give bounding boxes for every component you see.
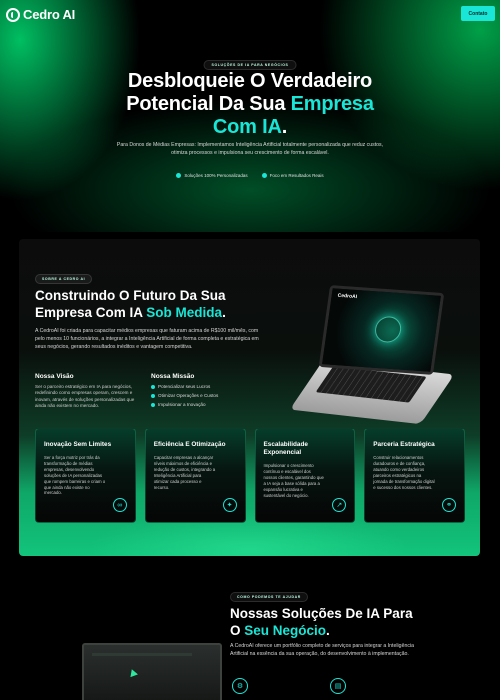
card-title: Eficiência E Otimização [153, 441, 226, 448]
cedro-logo-icon [6, 7, 20, 22]
vision-title: Nossa Visão [35, 373, 74, 380]
value-card: Escalabilidade Exponencial Impulsionar o… [254, 428, 356, 523]
laptop-image: CedroAI [284, 279, 474, 429]
hero-title-accent-2: Com IA [212, 116, 282, 138]
feature-label: Soluções 100% Personalizadas [184, 173, 248, 178]
monitor-image [82, 643, 222, 700]
hero-description: Para Donos de Médias Empresas: Implement… [116, 142, 384, 156]
card-text: Ser a força motriz por trás da transform… [44, 455, 106, 496]
hero-title-period: . [281, 116, 288, 138]
solutions-title: Nossas Soluções De IA Para O Seu Negócio… [230, 605, 460, 639]
handshake-icon: ⚭ [442, 498, 456, 512]
logo[interactable]: Cedro AI [6, 7, 75, 22]
about-section: SOBRE A CEDRO AI Construindo O Futuro Da… [19, 239, 480, 556]
mission-title: Nossa Missão [151, 373, 195, 380]
mission-item: Impulsionar a Inovação [151, 402, 251, 407]
about-title-line2: Empresa Com IA [35, 305, 147, 320]
feature-item: Foco em Resultados Reais [261, 173, 324, 178]
value-card: Eficiência E Otimização Capacitar empres… [144, 428, 246, 523]
solutions-description: A CedroAI oferece um portfólio completo … [230, 643, 414, 657]
sparkle-icon: ✦ [222, 498, 237, 512]
mission-item: Otimizar Operações e Custos [151, 393, 251, 398]
mission-item-label: Potencializar seus Lucros [158, 384, 211, 389]
card-title: Escalabilidade Exponencial [263, 441, 308, 456]
mission-item-label: Otimizar Operações e Custos [158, 393, 219, 398]
solutions-icons: ⚙ ▤ [232, 678, 352, 694]
mission-item: Potencializar seus Lucros [151, 384, 251, 389]
cursor-icon [128, 667, 138, 678]
check-icon [151, 384, 155, 389]
chart-icon: ▤ [330, 678, 346, 694]
about-description: A CedroAI foi criada para capacitar médi… [35, 328, 259, 350]
hero-title-line1: Desbloqueie O Verdadeiro [127, 70, 373, 92]
card-text: Construir relacionamentos duradouros e d… [373, 455, 435, 490]
value-card: Parceria Estratégica Construir relaciona… [364, 428, 465, 523]
feature-label: Foco em Resultados Reais [269, 173, 324, 178]
about-title-line1: Construindo O Futuro Da Sua [35, 288, 226, 303]
check-icon [261, 173, 267, 178]
solutions-tag: COMO PODEMOS TE AJUDAR [230, 592, 308, 602]
laptop-screen: CedroAI [318, 285, 445, 375]
contact-button[interactable]: Contato [461, 6, 495, 21]
check-icon [151, 402, 155, 407]
about-title-period: . [222, 305, 226, 320]
card-title: Inovação Sem Limites [44, 441, 112, 448]
hero-features: Soluções 100% Personalizadas Foco em Res… [0, 173, 500, 178]
about-title: Construindo O Futuro Da Sua Empresa Com … [35, 287, 265, 321]
hero-title-accent: Empresa [290, 93, 374, 115]
mission-block: Nossa Missão Potencializar seus Lucros O… [151, 373, 251, 411]
about-title-accent: Sob Medida [146, 305, 223, 320]
check-icon [151, 393, 155, 398]
mission-item-label: Impulsionar a Inovação [158, 402, 206, 407]
screen-logo: CedroAI [337, 292, 358, 301]
feature-item: Soluções 100% Personalizadas [176, 173, 248, 178]
solutions-title-line1: Nossas Soluções De IA Para [230, 606, 413, 621]
hero-title: Desbloqueie O Verdadeiro Potencial Da Su… [0, 70, 500, 139]
growth-icon: ↗ [332, 498, 347, 512]
check-icon [176, 173, 182, 178]
hero-section: Cedro AI Contato SOLUÇÕES DE IA PARA NEG… [0, 0, 500, 232]
infinity-icon: ∞ [112, 498, 127, 512]
hero-tag: SOLUÇÕES DE IA PARA NEGÓCIOS [203, 60, 297, 70]
solutions-title-line2: O [230, 623, 245, 638]
card-text: Capacitar empresas a alcançar níveis máx… [153, 455, 216, 490]
hero-title-line2: Potencial Da Sua [126, 93, 291, 115]
about-tag: SOBRE A CEDRO AI [35, 274, 93, 284]
logo-text: Cedro AI [23, 7, 76, 22]
value-card: Inovação Sem Limites Ser a força motriz … [35, 428, 136, 523]
chip-icon: ⚙ [232, 678, 248, 694]
solutions-title-accent: Seu Negócio [244, 623, 327, 638]
mission-list: Potencializar seus Lucros Otimizar Opera… [151, 384, 251, 407]
vision-block: Nossa Visão Ser o parceiro estratégico e… [35, 373, 135, 409]
solutions-title-period: . [326, 623, 330, 638]
card-title: Parceria Estratégica [373, 441, 435, 448]
card-text: Impulsionar o crescimento contínuo e esc… [263, 463, 324, 498]
value-cards: Inovação Sem Limites Ser a força motriz … [35, 428, 465, 523]
vision-text: Ser o parceiro estratégico em IA para ne… [35, 384, 135, 408]
